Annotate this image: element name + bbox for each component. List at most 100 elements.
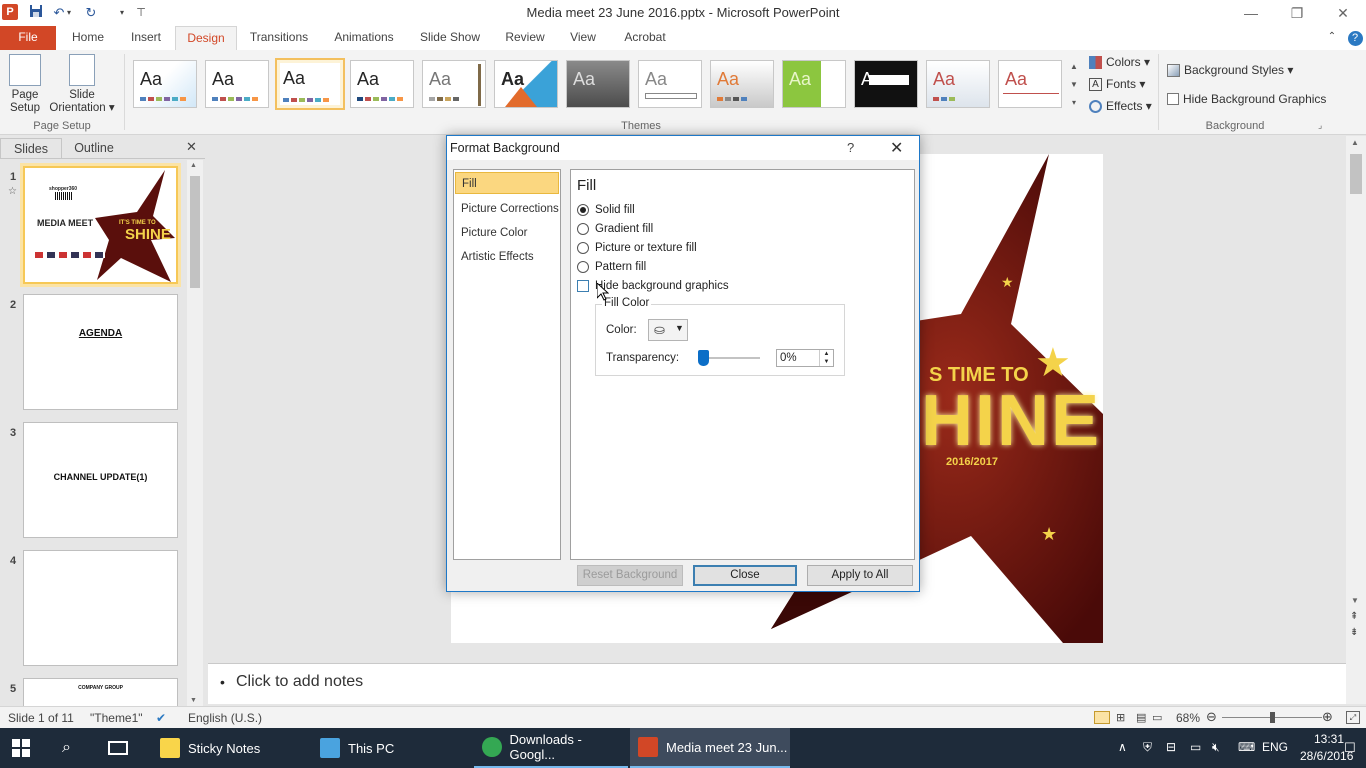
- tab-transitions[interactable]: Transitions: [243, 26, 315, 50]
- fit-to-window-icon[interactable]: ⤢: [1346, 711, 1360, 724]
- spinner-icon[interactable]: ▲ ▼: [819, 350, 833, 366]
- effects-button[interactable]: Effects ▾: [1089, 97, 1152, 115]
- close-button[interactable]: Close: [693, 565, 797, 586]
- nav-fill[interactable]: Fill: [455, 172, 559, 194]
- spellcheck-icon[interactable]: ✔: [156, 711, 166, 725]
- tray-expand-icon[interactable]: ∧: [1118, 740, 1127, 754]
- zoom-slider[interactable]: [1222, 712, 1322, 723]
- tab-outline[interactable]: Outline: [62, 138, 126, 158]
- scroll-thumb[interactable]: [190, 176, 200, 288]
- nav-picture-color[interactable]: Picture Color: [455, 222, 559, 244]
- slide-thumbnail-1[interactable]: shopper360 MEDIA MEET IT'S TIME TO SHINE: [20, 163, 181, 287]
- theme-thumbnail[interactable]: Aa: [782, 60, 846, 108]
- page-setup-button[interactable]: Page Setup: [5, 54, 45, 115]
- apply-to-all-button[interactable]: Apply to All: [807, 565, 913, 586]
- taskbar-sticky-notes[interactable]: Sticky Notes: [150, 728, 302, 768]
- slide-thumbnail-5[interactable]: COMPANY GROUP: [23, 678, 178, 706]
- radio-icon[interactable]: [577, 223, 589, 235]
- slides-scrollbar[interactable]: ▲ ▼: [187, 160, 203, 706]
- search-icon[interactable]: ⌕: [62, 728, 71, 768]
- reset-background-button[interactable]: Reset Background: [577, 565, 683, 586]
- slider-thumb[interactable]: [698, 350, 709, 366]
- slide-sorter-icon[interactable]: ⊞: [1116, 711, 1125, 724]
- notifications-icon[interactable]: ☐: [1344, 740, 1356, 756]
- fonts-button[interactable]: A Fonts ▾: [1089, 75, 1145, 93]
- scroll-thumb[interactable]: [1350, 154, 1362, 194]
- slide-thumbnail-4[interactable]: [23, 550, 178, 666]
- keyboard-icon[interactable]: ⌨: [1238, 740, 1255, 754]
- transparency-input[interactable]: 0% ▲ ▼: [776, 349, 834, 367]
- gradient-fill-option[interactable]: Gradient fill: [577, 221, 653, 237]
- network-icon[interactable]: ⊟: [1166, 740, 1176, 754]
- shield-icon[interactable]: ⛨: [1143, 740, 1152, 755]
- solid-fill-option[interactable]: Solid fill: [577, 202, 635, 218]
- zoom-in-icon[interactable]: ⊕: [1322, 709, 1333, 725]
- language[interactable]: English (U.S.): [188, 711, 262, 725]
- normal-view-icon[interactable]: [1094, 711, 1110, 724]
- zoom-slider-thumb[interactable]: [1269, 712, 1275, 723]
- colors-button[interactable]: Colors ▾: [1089, 53, 1150, 71]
- language-indicator[interactable]: ENG: [1262, 740, 1288, 754]
- taskbar-powerpoint[interactable]: Media meet 23 Jun...: [630, 728, 790, 768]
- theme-thumbnail-selected[interactable]: Aa: [275, 58, 345, 110]
- checkbox-icon[interactable]: [577, 280, 589, 292]
- background-styles-button[interactable]: Background Styles ▾: [1167, 61, 1293, 79]
- theme-thumbnail[interactable]: Aa: [133, 60, 197, 108]
- dialog-launcher-icon[interactable]: ⌟: [1318, 120, 1322, 131]
- clock-time[interactable]: 13:31: [1314, 732, 1344, 746]
- slide-orientation-button[interactable]: Slide Orientation ▾: [46, 54, 118, 115]
- tab-slides[interactable]: Slides: [0, 138, 62, 158]
- slide-thumbnail-3[interactable]: CHANNEL UPDATE(1): [23, 422, 178, 538]
- zoom-level[interactable]: 68%: [1176, 711, 1200, 725]
- task-view-icon[interactable]: [108, 728, 128, 768]
- volume-muted-icon[interactable]: 🔇︎: [1212, 740, 1220, 755]
- radio-selected-icon[interactable]: [577, 204, 589, 216]
- slideshow-view-icon[interactable]: ▭: [1152, 711, 1162, 724]
- dialog-close-icon[interactable]: ✕: [890, 138, 903, 158]
- next-slide-icon[interactable]: ⇟: [1350, 628, 1358, 638]
- theme-thumbnail[interactable]: Aa: [566, 60, 630, 108]
- close-window-button[interactable]: ✕: [1320, 0, 1366, 26]
- picture-texture-fill-option[interactable]: Picture or texture fill: [577, 240, 697, 256]
- dialog-help-icon[interactable]: ?: [847, 140, 854, 155]
- zoom-out-icon[interactable]: ⊖: [1206, 709, 1217, 725]
- tab-design[interactable]: Design: [175, 26, 237, 50]
- reading-view-icon[interactable]: ▤: [1136, 711, 1146, 724]
- hide-background-graphics-checkbox[interactable]: Hide Background Graphics: [1167, 90, 1326, 108]
- tab-animations[interactable]: Animations: [328, 26, 400, 50]
- minimize-button[interactable]: —: [1228, 0, 1274, 26]
- taskbar-this-pc[interactable]: This PC: [310, 728, 468, 768]
- collapse-ribbon-icon[interactable]: ⌃: [1324, 26, 1340, 50]
- notes-pane[interactable]: • Click to add notes: [208, 663, 1346, 704]
- theme-thumbnail[interactable]: Aa: [422, 60, 486, 108]
- tab-review[interactable]: Review: [498, 26, 552, 50]
- theme-gallery-scroll[interactable]: ▲ ▼ ▾: [1068, 58, 1080, 114]
- theme-thumbnail[interactable]: Aa: [350, 60, 414, 108]
- radio-icon[interactable]: [577, 261, 589, 273]
- pattern-fill-option[interactable]: Pattern fill: [577, 259, 646, 275]
- radio-icon[interactable]: [577, 242, 589, 254]
- tab-home[interactable]: Home: [62, 26, 114, 50]
- color-picker-button[interactable]: ⛀ ▼: [648, 319, 688, 341]
- theme-thumbnail[interactable]: Aa: [638, 60, 702, 108]
- transparency-slider[interactable]: [698, 350, 760, 366]
- nav-picture-corrections[interactable]: Picture Corrections: [455, 198, 559, 220]
- start-button[interactable]: [12, 728, 30, 768]
- scroll-up-icon[interactable]: ▲: [1351, 138, 1359, 147]
- theme-thumbnail[interactable]: Aa: [494, 60, 558, 108]
- close-pane-icon[interactable]: ✕: [186, 139, 197, 155]
- monitor-icon[interactable]: ▭: [1190, 740, 1201, 754]
- theme-thumbnail[interactable]: Aa: [926, 60, 990, 108]
- scroll-down-icon[interactable]: ▼: [190, 697, 197, 704]
- previous-slide-icon[interactable]: ⇞: [1350, 612, 1358, 622]
- slide-thumbnail-2[interactable]: AGENDA: [23, 294, 178, 410]
- scroll-up-icon[interactable]: ▲: [190, 162, 197, 169]
- restore-button[interactable]: ❐: [1274, 0, 1320, 26]
- theme-thumbnail[interactable]: Aa: [854, 60, 918, 108]
- scroll-down-icon[interactable]: ▼: [1351, 596, 1359, 605]
- taskbar-chrome[interactable]: Downloads - Googl...: [474, 728, 628, 768]
- nav-artistic-effects[interactable]: Artistic Effects: [455, 246, 559, 268]
- tab-view[interactable]: View: [562, 26, 604, 50]
- theme-thumbnail[interactable]: Aa: [205, 60, 269, 108]
- main-scrollbar[interactable]: ▲ ▼ ⇞ ⇟: [1346, 136, 1366, 704]
